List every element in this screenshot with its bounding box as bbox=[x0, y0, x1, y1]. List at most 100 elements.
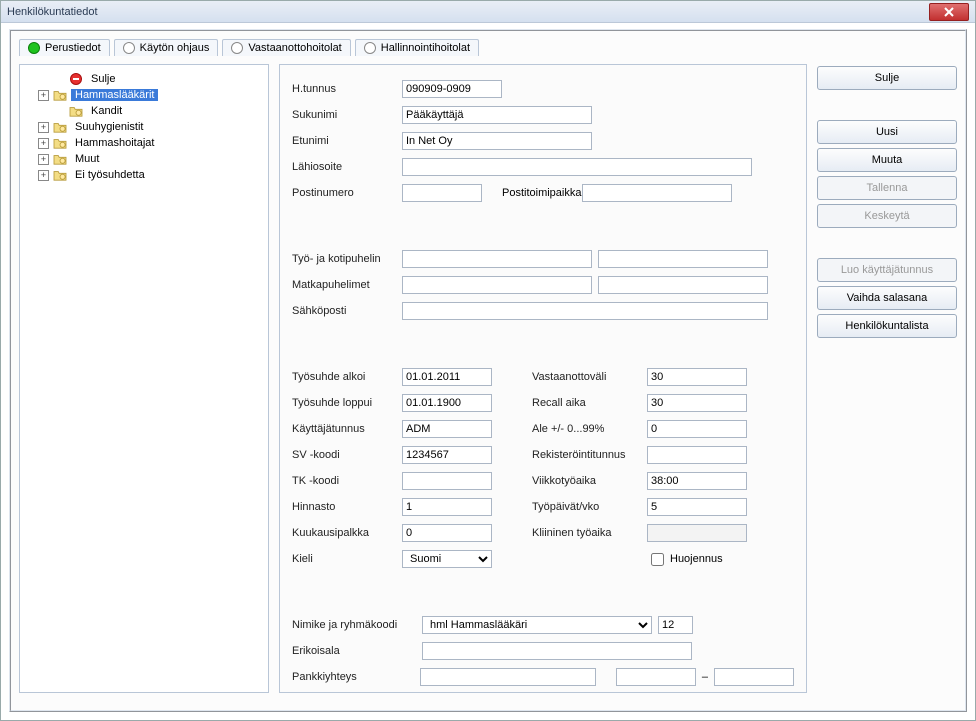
label-hinnasto: Hinnasto bbox=[292, 501, 402, 513]
button-henkilokuntalista[interactable]: Henkilökuntalista bbox=[817, 314, 957, 338]
label-huojennus: Huojennus bbox=[670, 553, 723, 565]
window-title: Henkilökuntatiedot bbox=[7, 6, 98, 18]
label-etunimi: Etunimi bbox=[292, 135, 402, 147]
label-htunnus: H.tunnus bbox=[292, 83, 402, 95]
tree-item-kandit[interactable]: Kandit bbox=[26, 103, 262, 119]
radio-icon bbox=[231, 42, 243, 54]
folder-icon bbox=[69, 104, 83, 118]
label-sukunimi: Sukunimi bbox=[292, 109, 402, 121]
folder-icon bbox=[53, 152, 67, 166]
input-kayttajatunnus[interactable] bbox=[402, 420, 492, 438]
expand-icon[interactable]: + bbox=[38, 138, 49, 149]
input-pankki3[interactable] bbox=[714, 668, 794, 686]
tree-item-sulje[interactable]: Sulje bbox=[26, 71, 262, 87]
label-tsloppui: Työsuhde loppui bbox=[292, 397, 402, 409]
input-tyopaivat[interactable] bbox=[647, 498, 747, 516]
input-postinumero[interactable] bbox=[402, 184, 482, 202]
label-kliininen: Kliininen työaika bbox=[532, 527, 647, 539]
label-postinumero: Postinumero bbox=[292, 187, 402, 199]
input-matka2[interactable] bbox=[598, 276, 768, 294]
input-tsloppui[interactable] bbox=[402, 394, 492, 412]
tree-label: Hammashoitajat bbox=[71, 137, 158, 149]
label-erikoisala: Erikoisala bbox=[292, 645, 422, 657]
input-ale[interactable] bbox=[647, 420, 747, 438]
button-luo-kayttajatunnus: Luo käyttäjätunnus bbox=[817, 258, 957, 282]
input-rekisterointi[interactable] bbox=[647, 446, 747, 464]
folder-icon bbox=[53, 136, 67, 150]
tab-perustiedot[interactable]: Perustiedot bbox=[19, 39, 110, 56]
tree-item-suuhygienistit[interactable]: + Suuhygienistit bbox=[26, 119, 262, 135]
expand-icon[interactable]: + bbox=[38, 122, 49, 133]
tree-label: Hammaslääkärit bbox=[71, 89, 158, 101]
label-email: Sähköposti bbox=[292, 305, 402, 317]
tree-item-hammaslkrit[interactable]: + Hammaslääkärit bbox=[26, 87, 262, 103]
label-kkpalkka: Kuukausipalkka bbox=[292, 527, 402, 539]
label-ale: Ale +/- 0...99% bbox=[532, 423, 647, 435]
form-panel: H.tunnus Sukunimi Etunimi Lähiosoite Pos… bbox=[279, 64, 807, 693]
window-close-button[interactable] bbox=[929, 3, 969, 21]
input-hinnasto[interactable] bbox=[402, 498, 492, 516]
input-email[interactable] bbox=[402, 302, 768, 320]
label-kieli: Kieli bbox=[292, 553, 402, 565]
expand-spacer bbox=[54, 74, 65, 85]
tree-item-hammashoitajat[interactable]: + Hammashoitajat bbox=[26, 135, 262, 151]
tab-label: Käytön ohjaus bbox=[140, 42, 210, 54]
input-svkoodi[interactable] bbox=[402, 446, 492, 464]
radio-icon bbox=[28, 42, 40, 54]
expand-icon[interactable]: + bbox=[38, 90, 49, 101]
button-tallenna: Tallenna bbox=[817, 176, 957, 200]
forbid-icon bbox=[69, 72, 83, 86]
label-viikkotyo: Viikkotyöaika bbox=[532, 475, 647, 487]
window-body: Perustiedot Käytön ohjaus Vastaanottohoi… bbox=[9, 29, 967, 712]
input-tkkoodi[interactable] bbox=[402, 472, 492, 490]
nav-tree[interactable]: Sulje + Hammaslääkärit Kandit + Suuhygienisti… bbox=[19, 64, 269, 693]
button-uusi[interactable]: Uusi bbox=[817, 120, 957, 144]
button-vaihda-salasana[interactable]: Vaihda salasana bbox=[817, 286, 957, 310]
tab-label: Vastaanottohoitolat bbox=[248, 42, 341, 54]
expand-icon[interactable]: + bbox=[38, 170, 49, 181]
input-kliininen bbox=[647, 524, 747, 542]
input-viikkotyo[interactable] bbox=[647, 472, 747, 490]
input-tyopuh2[interactable] bbox=[598, 250, 768, 268]
folder-icon bbox=[53, 120, 67, 134]
tree-label: Sulje bbox=[87, 73, 119, 85]
input-tsalkoi[interactable] bbox=[402, 368, 492, 386]
input-pankki1[interactable] bbox=[420, 668, 597, 686]
input-sukunimi[interactable] bbox=[402, 106, 592, 124]
input-erikoisala[interactable] bbox=[422, 642, 692, 660]
select-kieli[interactable]: Suomi bbox=[402, 550, 492, 568]
input-pankki2[interactable] bbox=[616, 668, 696, 686]
label-tsalkoi: Työsuhde alkoi bbox=[292, 371, 402, 383]
input-postitoimipaikka[interactable] bbox=[582, 184, 732, 202]
tree-item-muut[interactable]: +Muut bbox=[26, 151, 262, 167]
input-tyopuh1[interactable] bbox=[402, 250, 592, 268]
input-recall[interactable] bbox=[647, 394, 747, 412]
select-nimike[interactable]: hml Hammaslääkäri bbox=[422, 616, 652, 634]
button-muuta[interactable]: Muuta bbox=[817, 148, 957, 172]
tab-kayton-ohjaus[interactable]: Käytön ohjaus bbox=[114, 39, 219, 56]
button-sulje[interactable]: Sulje bbox=[817, 66, 957, 90]
label-lahiosoite: Lähiosoite bbox=[292, 161, 402, 173]
input-kkpalkka[interactable] bbox=[402, 524, 492, 542]
radio-icon bbox=[364, 42, 376, 54]
input-vastaanottovali[interactable] bbox=[647, 368, 747, 386]
tree-item-eitysuhdetta[interactable]: + Ei työsuhdetta bbox=[26, 167, 262, 183]
tree-label: Suuhygienistit bbox=[71, 121, 148, 133]
expand-icon[interactable]: + bbox=[38, 154, 49, 165]
folder-icon bbox=[53, 168, 67, 182]
input-matka1[interactable] bbox=[402, 276, 592, 294]
input-etunimi[interactable] bbox=[402, 132, 592, 150]
side-button-panel: Sulje Uusi Muuta Tallenna Keskeytä Luo k… bbox=[817, 64, 957, 693]
tab-vastaanottohoitolat[interactable]: Vastaanottohoitolat bbox=[222, 39, 350, 56]
label-matka: Matkapuhelimet bbox=[292, 279, 402, 291]
tree-label: Ei työsuhdetta bbox=[71, 169, 149, 181]
checkbox-huojennus[interactable] bbox=[651, 553, 664, 566]
label-tyopuh: Työ- ja kotipuhelin bbox=[292, 253, 402, 265]
tab-label: Hallinnointihoitolat bbox=[381, 42, 470, 54]
tab-hallinnointihoitolat[interactable]: Hallinnointihoitolat bbox=[355, 39, 479, 56]
tree-label: Kandit bbox=[87, 105, 126, 117]
dash: – bbox=[696, 671, 714, 683]
input-nimike-code[interactable] bbox=[658, 616, 693, 634]
input-htunnus[interactable] bbox=[402, 80, 502, 98]
input-lahiosoite[interactable] bbox=[402, 158, 752, 176]
